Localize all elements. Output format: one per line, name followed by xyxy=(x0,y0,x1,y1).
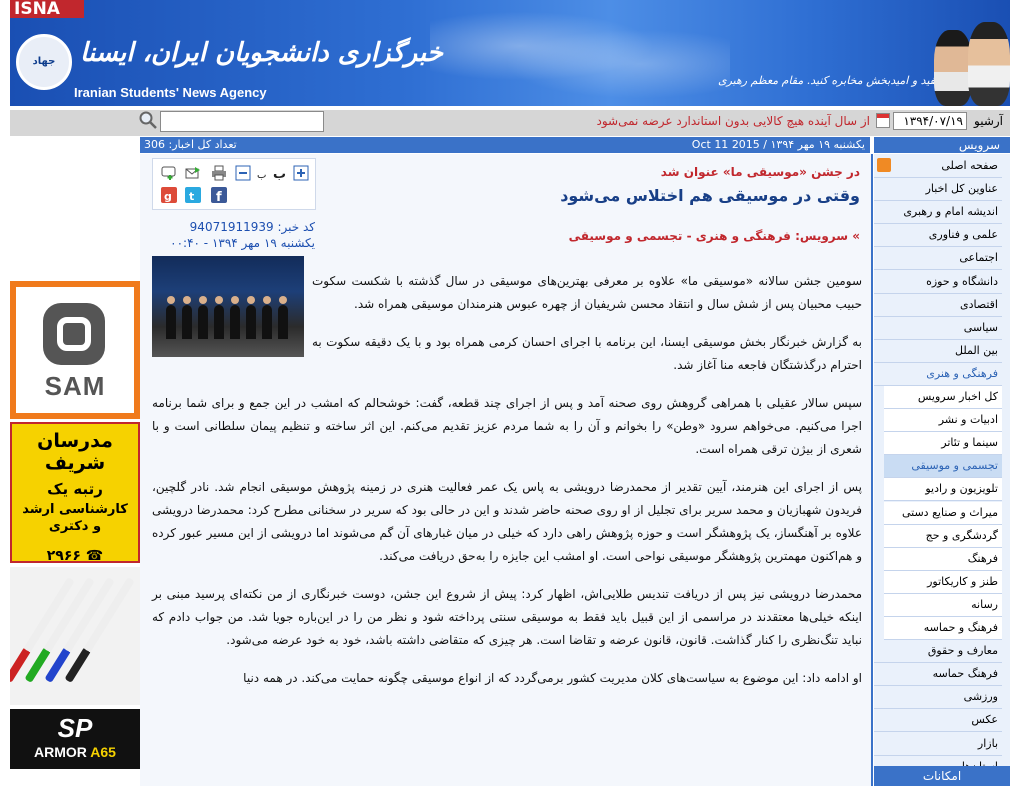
agency-name-en: Iranian Students' News Agency xyxy=(74,85,267,100)
sidebar-item[interactable]: بازار xyxy=(874,733,1002,756)
sidebar-item[interactable]: تجسمی و موسیقی xyxy=(884,455,1002,479)
font-size-icon[interactable]: ب xyxy=(271,165,287,181)
svg-text:f: f xyxy=(216,190,222,203)
sidebar-divider xyxy=(871,154,873,786)
agency-name-fa: خبرگزاری دانشجویان ایران، ایسنا xyxy=(80,38,443,68)
send-to-friend-icon[interactable] xyxy=(185,165,201,181)
ad-madresan-degree: کارشناسی ارشد xyxy=(22,502,128,517)
ad-madresan-rank: رتبه یک xyxy=(47,480,103,498)
comment-add-icon[interactable] xyxy=(161,165,177,181)
ad-sam[interactable]: SAM xyxy=(10,281,140,419)
sidebar-item[interactable]: سیاسی xyxy=(874,317,1002,340)
sidebar-item[interactable]: کل اخبار سرویس xyxy=(884,386,1002,409)
archive-label: آرشیو xyxy=(974,114,1004,128)
svg-text:ب: ب xyxy=(273,167,286,181)
sidebar-item[interactable]: سینما و تئاتر xyxy=(884,432,1002,456)
sidebar-item[interactable]: علمی و فناوری xyxy=(874,224,1002,248)
news-code: کد خبر: 94071911939 xyxy=(189,220,315,234)
ad-sp-model-number: A65 xyxy=(90,744,116,760)
current-date: یکشنبه ۱۹ مهر ۱۳۹۴ / 2015 Oct 11 xyxy=(691,138,865,151)
google-plus-icon[interactable]: g xyxy=(161,187,177,203)
world-map-graphic xyxy=(430,10,730,100)
sidebar-item[interactable]: ادبیات و نشر xyxy=(884,409,1002,433)
article-paragraph: محمدرضا درویشی نیز پس از دریافت تندیس طل… xyxy=(152,587,862,647)
ad-madresan-phone-number: ۲۹۶۶ xyxy=(46,548,81,564)
sidebar-item[interactable]: فرهنگ حماسه xyxy=(874,663,1002,687)
zoom-out-icon[interactable] xyxy=(235,165,251,181)
sidebar-item[interactable]: فرهنگی و هنری xyxy=(874,363,1002,386)
article-headline: وقتی در موسیقی هم اختلاس می‌شود xyxy=(560,186,860,205)
sidebar-item[interactable]: طنز و کاریکاتور xyxy=(884,570,1002,594)
calendar-icon[interactable] xyxy=(876,113,890,128)
phone-icon: ☎ xyxy=(80,548,104,564)
ad-sp-model-prefix: ARMOR xyxy=(34,744,91,760)
rss-icon[interactable] xyxy=(877,158,891,172)
archive-date-input[interactable]: ۱۳۹۴/۰۷/۱۹ xyxy=(893,112,967,130)
article-paragraph: او ادامه داد: این موضوع به سیاست‌های کلا… xyxy=(243,671,862,685)
svg-text:ب: ب xyxy=(257,170,266,181)
sidebar-item[interactable]: گردشگری و حج xyxy=(884,524,1002,548)
isna-tab[interactable]: ISNA xyxy=(10,0,84,18)
sidebar-item[interactable]: میراث و صنایع دستی xyxy=(884,501,1002,525)
article-photo[interactable] xyxy=(152,256,304,357)
jahad-logo-icon[interactable]: جهاد xyxy=(16,34,72,90)
font-size-small-icon[interactable]: ب xyxy=(253,165,269,181)
ad-pens[interactable] xyxy=(10,567,140,705)
news-ticker[interactable]: از سال آینده هیچ کالایی بدون استاندارد ع… xyxy=(470,114,870,128)
article-tools: ب ب f t g xyxy=(152,158,316,210)
features-footer[interactable]: امکانات xyxy=(874,766,1010,786)
ad-madresan-phone: ☎ ۲۹۶۶ xyxy=(12,548,138,564)
sidebar-item[interactable]: دانشگاه و حوزه xyxy=(874,271,1002,294)
sidebar-item[interactable]: بین الملل xyxy=(874,340,1002,363)
search-icon[interactable] xyxy=(138,110,158,130)
search-input[interactable] xyxy=(160,111,324,132)
zoom-in-icon[interactable] xyxy=(293,165,309,181)
article-paragraph: سپس سالار عقیلی با همراهی گروهش روی صحنه… xyxy=(152,396,862,456)
twitter-icon[interactable]: t xyxy=(185,187,201,203)
ad-madresan-phd: و دکتری xyxy=(48,519,102,534)
sidebar-item[interactable]: اجتماعی xyxy=(874,247,1002,271)
pen-red-icon xyxy=(10,577,75,684)
ad-sp-model: ARMOR A65 xyxy=(10,744,140,760)
ad-sam-text: SAM xyxy=(44,371,106,401)
sidebar-item[interactable]: رسانه xyxy=(884,593,1002,617)
ad-madresan-sharif[interactable]: مدرسان شریف رتبه یک کارشناسی ارشد و دکتر… xyxy=(10,422,140,564)
article-kicker: در جشن «موسیقی ما» عنوان شد xyxy=(660,165,860,179)
services-heading: سرویس xyxy=(958,138,1000,152)
sidebar-item[interactable]: فرهنگ و حماسه xyxy=(884,617,1002,640)
sidebar-item[interactable]: تلویزیون و رادیو xyxy=(884,478,1002,502)
news-count: تعداد کل اخبار: 306 xyxy=(144,138,237,151)
svg-text:t: t xyxy=(189,190,194,203)
facebook-icon[interactable]: f xyxy=(211,187,227,203)
sidebar-item[interactable]: ورزشی xyxy=(874,686,1002,710)
sidebar-item[interactable]: عکس xyxy=(874,709,1002,733)
sidebar-item[interactable]: اقتصادی xyxy=(874,294,1002,317)
article-service-link[interactable]: » سرویس: فرهنگی و هنری - تجسمی و موسیقی xyxy=(480,229,860,243)
leaders-portrait xyxy=(928,16,1010,106)
sidebar-item[interactable]: اندیشه امام و رهبری xyxy=(874,201,1002,225)
sidebar-item[interactable]: فرهنگ xyxy=(884,547,1002,571)
ad-sp-brand: SP xyxy=(57,713,93,743)
ad-silicon-power[interactable]: SP ARMOR A65 xyxy=(10,709,140,769)
svg-text:g: g xyxy=(164,190,172,203)
print-icon[interactable] xyxy=(211,165,227,181)
leader-quote: اخبار خوب، مفید و امیدبخش مخابره کنید. م… xyxy=(718,74,997,87)
sidebar-item[interactable]: صفحه اصلی xyxy=(874,155,1002,178)
sidebar-item[interactable]: معارف و حقوق xyxy=(874,640,1002,664)
news-datetime: یکشنبه ۱۹ مهر ۱۳۹۴ - ۰۰:۴۰ xyxy=(170,236,315,250)
article-paragraph: پس از اجرای این هنرمند، آیین تقدیر از مح… xyxy=(152,480,862,563)
sam-logo-icon xyxy=(43,303,105,365)
sidebar-item[interactable]: عناوین کل اخبار xyxy=(874,178,1002,202)
ad-madresan-title: مدرسان شریف xyxy=(37,430,113,474)
